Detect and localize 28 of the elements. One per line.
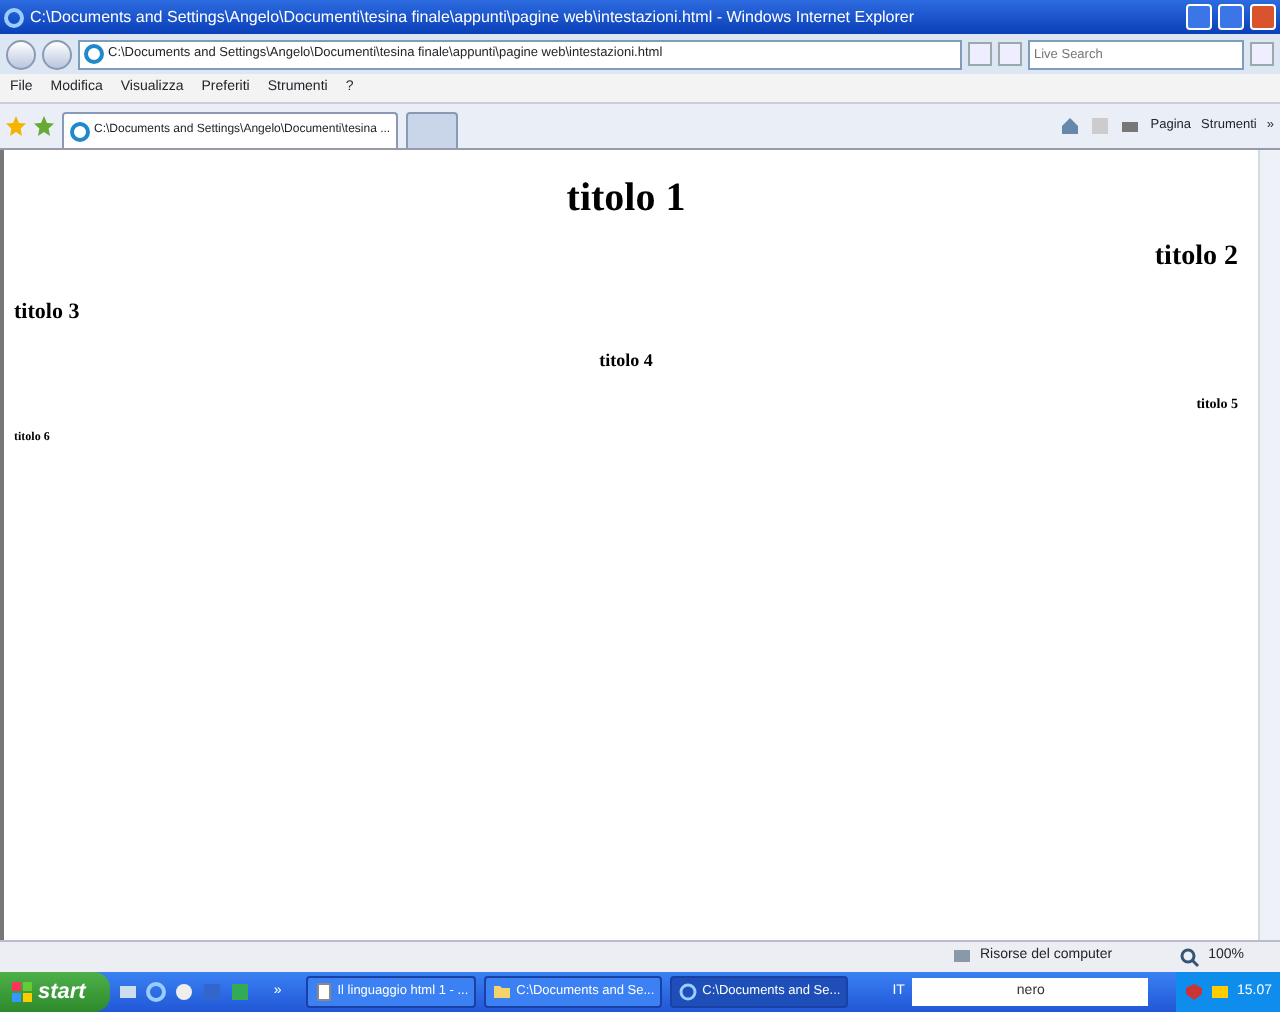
refresh-button[interactable] xyxy=(968,42,992,66)
scroll-bar[interactable] xyxy=(1258,150,1280,940)
minimize-button[interactable] xyxy=(1186,4,1212,30)
zoom-icon xyxy=(1180,947,1201,967)
stop-button[interactable] xyxy=(998,42,1022,66)
browser-icon xyxy=(4,7,24,27)
heading: titolo 1 xyxy=(564,174,688,222)
page-icon xyxy=(84,44,104,64)
folder-icon xyxy=(492,982,513,1002)
document-icon xyxy=(313,982,334,1002)
home-icon[interactable] xyxy=(1060,116,1081,136)
maximize-button[interactable] xyxy=(1218,4,1244,30)
forward-button[interactable] xyxy=(42,39,72,69)
new-tab-button[interactable] xyxy=(406,112,459,148)
heading: titolo 3 xyxy=(14,299,82,326)
search-button[interactable] xyxy=(1250,42,1274,66)
windows-logo-icon xyxy=(12,982,32,1002)
shield-icon[interactable] xyxy=(1184,982,1205,1002)
heading: titolo 2 xyxy=(1152,242,1238,276)
back-button[interactable] xyxy=(6,39,36,69)
close-button[interactable] xyxy=(1250,4,1276,30)
browser-icon[interactable] xyxy=(145,982,166,1002)
heading: titolo 4 xyxy=(597,349,655,372)
add-favorite-icon[interactable] xyxy=(34,116,54,136)
browser-icon xyxy=(678,982,699,1002)
star-icon[interactable] xyxy=(6,116,26,136)
page-icon xyxy=(70,121,90,141)
window-title: C:\Documents and Settings\Angelo\Documenti\tesina finale\appunti\pagine web\intestazioni.html - Windows Internet Explorer xyxy=(30,5,917,29)
